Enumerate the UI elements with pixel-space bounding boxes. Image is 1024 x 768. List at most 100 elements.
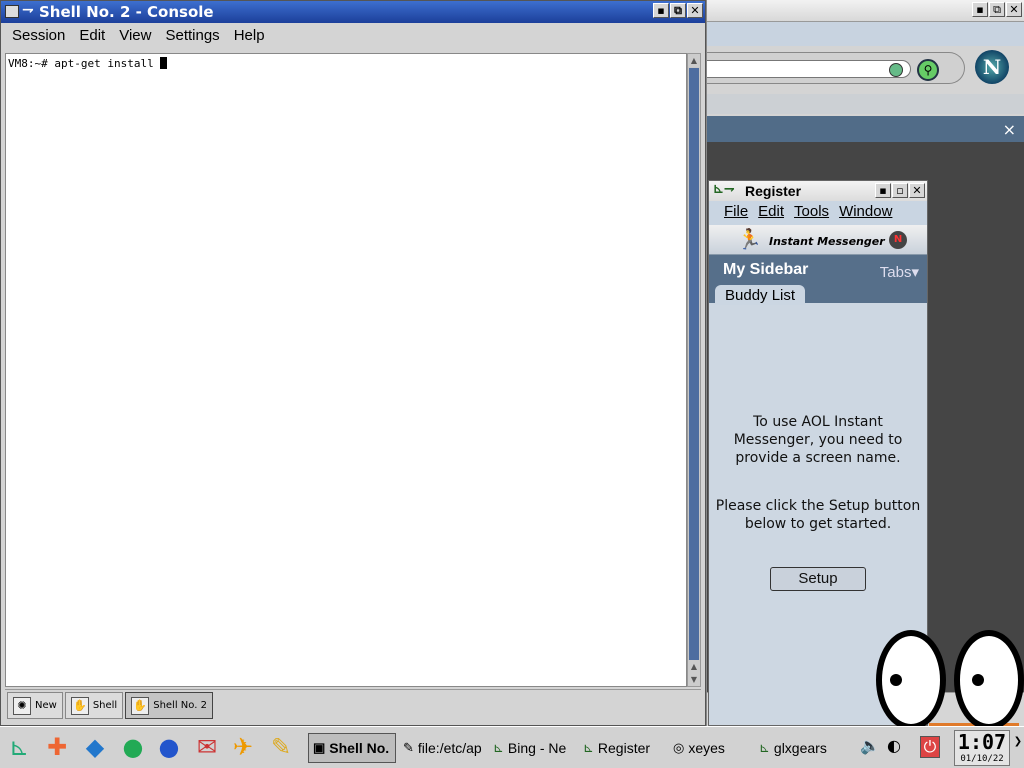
shell-icon: ✋ (70, 696, 89, 715)
tab-shell[interactable]: ✋ Shell (64, 692, 124, 719)
minimize-button[interactable]: ▪ (972, 2, 988, 17)
aim-brand-text: Instant Messenger (769, 235, 885, 248)
shell-icon: ✋ (131, 696, 150, 715)
setup-instructions: Please click the Setup button below to g… (715, 498, 921, 532)
scroll-up-icon[interactable]: ▲ (688, 660, 700, 673)
chevron-right-icon[interactable]: ❯ (1012, 736, 1024, 758)
tab-label: Shell No. 2 (153, 700, 207, 711)
menu-view[interactable]: View (112, 23, 158, 51)
pencil-icon: ✎ (403, 740, 414, 755)
task-label: file:/etc/ap (417, 740, 482, 756)
new-session-button[interactable]: ✺ New (7, 692, 63, 719)
console-titlebar[interactable]: ⇁ Shell No. 2 - Console ▪ ⧉ ✕ (1, 1, 705, 23)
task-label: glxgears (773, 740, 827, 756)
terminal-area[interactable]: VM8:~# apt-get install (5, 53, 687, 687)
lifesaver-icon[interactable]: ✚ (40, 730, 74, 764)
taskbar: ⊾ ✚ ◆ ● ● ✉ ✈ ✎ ▣ Shell No. ✎ file:/etc/… (0, 726, 1024, 768)
sidebar-header: × (707, 116, 1024, 142)
maximize-button[interactable]: ⧉ (670, 3, 686, 18)
netscape-n-icon[interactable]: N (889, 231, 907, 249)
k-menu-icon[interactable]: ⊾ (2, 730, 36, 764)
window-title: Register (745, 183, 802, 199)
scrollbar[interactable]: ▲ ▲ ▼ (687, 53, 701, 687)
browser-menubar (707, 22, 1024, 46)
menu-help[interactable]: Help (227, 23, 272, 51)
browser-url-bar: ⚲ (707, 52, 965, 84)
menu-tools[interactable]: Tools (789, 201, 834, 225)
go-icon[interactable] (889, 63, 903, 77)
browser-titlebar[interactable]: ▪ ⧉ ✕ (707, 0, 1024, 22)
tab-label: New (35, 700, 57, 711)
menu-session[interactable]: Session (5, 23, 72, 51)
right-pupil (972, 674, 984, 686)
mailbox-icon[interactable]: ✉ (190, 730, 224, 764)
url-input[interactable] (707, 60, 911, 78)
tab-shell-no-2[interactable]: ✋ Shell No. 2 (125, 692, 213, 719)
task-glxgears[interactable]: ⊾ glxgears (754, 733, 842, 763)
menu-settings[interactable]: Settings (158, 23, 226, 51)
window-menu-icon[interactable] (5, 5, 19, 18)
mozilla-icon: ⊾ (493, 740, 504, 755)
tabs-dropdown[interactable]: Tabs▾ (880, 263, 919, 281)
task-register[interactable]: ⊾ Register (578, 733, 666, 763)
editor-icon[interactable]: ✎ (264, 730, 298, 764)
globe-icon[interactable]: ● (152, 730, 186, 764)
window-title: Shell No. 2 - Console (39, 3, 214, 21)
mozilla-icon[interactable]: ⊾⇁ (713, 182, 735, 197)
new-session-icon: ✺ (13, 696, 31, 715)
netscape-logo[interactable]: N (975, 50, 1009, 84)
menu-edit[interactable]: Edit (753, 201, 789, 225)
task-file-editor[interactable]: ✎ file:/etc/ap (398, 733, 486, 763)
mozilla-icon: ⊾ (759, 740, 770, 755)
cube-icon[interactable]: ◆ (78, 730, 112, 764)
left-pupil (890, 674, 902, 686)
close-button[interactable]: ✕ (1006, 2, 1022, 17)
volume-icon[interactable]: 🔈 (860, 736, 880, 758)
prompt-line: VM8:~# apt-get install (8, 57, 161, 70)
tab-buddy-list[interactable]: Buddy List (715, 285, 806, 305)
screen-name-message: To use AOL Instant Messenger, you need t… (733, 414, 903, 466)
pin-icon[interactable]: ⇁ (22, 2, 34, 18)
setup-button[interactable]: Setup (770, 567, 866, 591)
close-button[interactable]: ✕ (909, 183, 925, 198)
personal-toolbar (707, 94, 1024, 114)
aim-titlebar[interactable]: ⊾⇁ Register ▪ ▫ ✕ (709, 181, 927, 201)
menu-edit[interactable]: Edit (72, 23, 112, 51)
menu-file[interactable]: File (719, 201, 753, 225)
aim-icon[interactable]: ✈ (226, 730, 260, 764)
terminal-icon: ▣ (313, 740, 326, 755)
minimize-button[interactable]: ▪ (875, 183, 891, 198)
session-tabbar: ✺ New ✋ Shell ✋ Shell No. 2 (5, 689, 701, 721)
eyes-icon: ◎ (673, 740, 685, 755)
minimize-button[interactable]: ▪ (653, 3, 669, 18)
right-eye (954, 630, 1024, 730)
clock-date: 01/10/22 (960, 754, 1004, 764)
left-eye (876, 630, 946, 730)
power-icon[interactable]: ⏻ (920, 736, 940, 758)
task-bing[interactable]: ⊾ Bing - Ne (488, 733, 576, 763)
task-label: xeyes (688, 740, 725, 756)
task-label: Bing - Ne (507, 740, 567, 756)
sidebar-title: My Sidebar (723, 261, 809, 278)
task-label: Shell No. (329, 740, 390, 756)
maximize-button[interactable]: ⧉ (989, 2, 1005, 17)
aim-running-man-icon: 🏃 (737, 227, 762, 251)
close-button[interactable]: ✕ (687, 3, 703, 18)
task-shell[interactable]: ▣ Shell No. (308, 733, 396, 763)
task-xeyes[interactable]: ◎ xeyes (668, 733, 750, 763)
aim-banner: 🏃 Instant Messenger N (709, 225, 927, 255)
scroll-thumb[interactable] (689, 68, 699, 672)
network-icon[interactable]: ◐ (884, 736, 904, 758)
close-icon[interactable]: × (1003, 120, 1016, 139)
menu-window[interactable]: Window (834, 201, 897, 225)
scroll-up-icon[interactable]: ▲ (688, 54, 700, 67)
sidebar-header: My Sidebar Tabs▾ Buddy List (709, 255, 927, 305)
tab-label: Shell (92, 700, 118, 711)
runner-icon[interactable]: ● (116, 730, 150, 764)
aim-menubar: File Edit Tools Window (709, 201, 927, 225)
maximize-button[interactable]: ▫ (892, 183, 908, 198)
clock[interactable]: 1:07 01/10/22 (954, 730, 1010, 766)
scroll-down-icon[interactable]: ▼ (688, 673, 700, 686)
console-menubar: Session Edit View Settings Help (1, 23, 705, 51)
search-icon[interactable]: ⚲ (917, 59, 939, 81)
